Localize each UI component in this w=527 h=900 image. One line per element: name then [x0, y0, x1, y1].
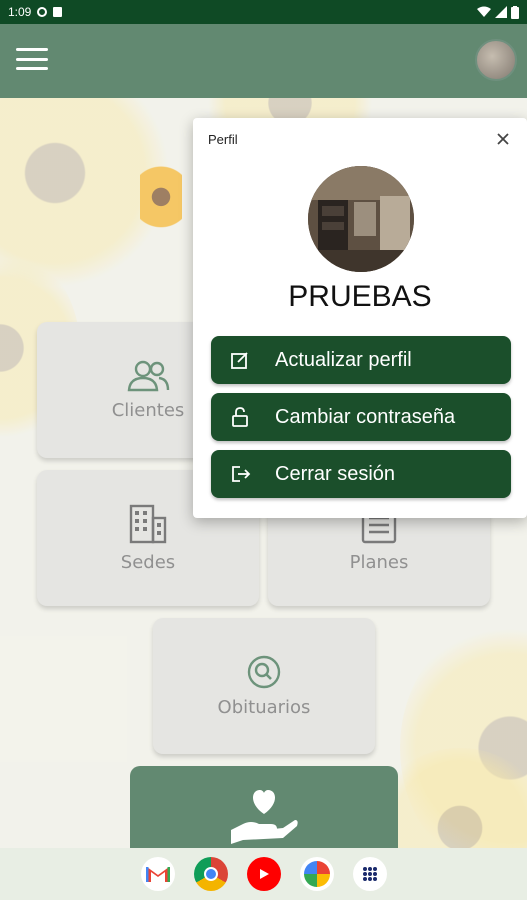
close-icon[interactable] [495, 131, 511, 147]
signal-icon [495, 6, 507, 18]
profile-dialog: Perfil PRUEBAS Actualizar perfil Cambiar… [193, 118, 527, 518]
update-profile-button[interactable]: Actualizar perfil [211, 336, 511, 384]
battery-icon [511, 5, 519, 19]
edit-icon [231, 351, 257, 369]
user-name: PRUEBAS [288, 280, 432, 313]
gmail-icon[interactable] [140, 857, 175, 891]
wifi-icon [477, 6, 491, 17]
youtube-icon[interactable] [246, 857, 281, 891]
dialog-title: Perfil [208, 132, 238, 147]
change-password-label: Cambiar contraseña [275, 405, 456, 428]
photos-icon[interactable] [299, 857, 334, 891]
status-time: 1:09 [8, 5, 32, 19]
sim-card-icon [53, 7, 63, 17]
logout-icon [231, 465, 257, 483]
logout-label: Cerrar sesión [275, 462, 396, 485]
profile-photo [308, 166, 414, 272]
chrome-icon[interactable] [193, 857, 228, 891]
update-profile-label: Actualizar perfil [275, 348, 412, 371]
logout-button[interactable]: Cerrar sesión [211, 450, 511, 498]
app-drawer-icon[interactable] [352, 857, 387, 891]
sync-icon [37, 7, 48, 17]
change-password-button[interactable]: Cambiar contraseña [211, 393, 511, 441]
status-bar: 1:09 [0, 0, 527, 24]
app-dock [0, 848, 527, 900]
unlock-icon [231, 407, 257, 427]
